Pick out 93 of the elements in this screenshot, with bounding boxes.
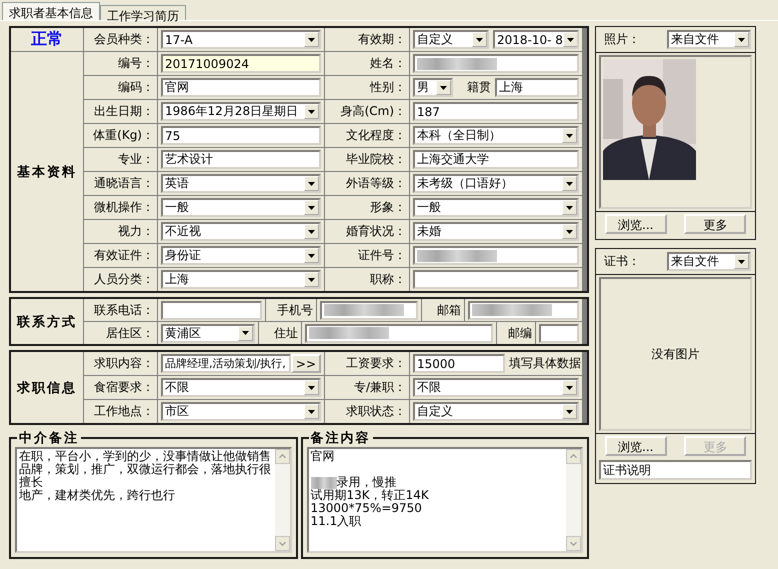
- field-label: 联系电话：: [94, 302, 154, 318]
- dropdown[interactable]: 不近视: [161, 222, 321, 241]
- status-text: 正常: [31, 29, 63, 50]
- field-label: 通晓语言：: [94, 175, 154, 192]
- dropdown[interactable]: 2018-10- 8: [493, 30, 579, 49]
- field-label: 照片：: [604, 31, 640, 48]
- field-label: 编码：: [118, 79, 154, 96]
- field-label: 食宿要求：: [94, 379, 154, 396]
- field-label: 籍贯: [467, 79, 491, 96]
- notes-field[interactable]: 在职，平台小，学到的少，没事情做让他做销售 品牌，策划，推广，双微运行都会，落地执行很 擅长 地产，建材类优先，跨行也行: [15, 447, 292, 553]
- field-label: 姓名：: [370, 55, 406, 72]
- tab[interactable]: 工作学习简历: [100, 5, 186, 20]
- field-label: 有效期：: [358, 31, 406, 48]
- text-field[interactable]: 15000: [413, 354, 505, 373]
- text-field[interactable]: 上海: [495, 78, 579, 97]
- note-line: 地产，建材类优先，跨行也行: [19, 489, 175, 502]
- panel-title: 备注内容: [309, 430, 372, 447]
- note-line: 在职，平台小，学到的少，没事情做让他做销售: [19, 450, 271, 463]
- empty-image-text: 没有图片: [652, 346, 700, 362]
- field-label: 编号：: [118, 55, 154, 72]
- hint-text: 填写具体数据: [509, 355, 581, 372]
- panel-button[interactable]: 更多: [684, 214, 746, 234]
- notes-field[interactable]: 官网 录用，慢推 试用期13K，转正14K 13000*75%=9750 11.1入职: [306, 447, 583, 553]
- field-label: 居住区：: [106, 324, 154, 342]
- note-line: 擅长: [19, 476, 43, 489]
- field-label: 住址: [274, 324, 298, 342]
- note-line: 13000*75%=9750: [310, 502, 422, 515]
- text-field[interactable]: 官网: [161, 78, 321, 97]
- text-field[interactable]: 艺术设计: [161, 150, 321, 169]
- field-label: 出生日期：: [94, 103, 154, 120]
- more-button[interactable]: >>: [290, 354, 321, 373]
- field-label: 体重(Kg)：: [93, 127, 154, 144]
- note-line: 品牌，策划，推广，双微运行都会，落地执行很: [19, 463, 271, 476]
- field-label: 职称：: [370, 271, 406, 288]
- note-line: 录用，慢推: [336, 476, 396, 489]
- field-label: 文化程度：: [346, 127, 406, 144]
- dropdown[interactable]: 自定义: [413, 30, 489, 49]
- dropdown[interactable]: 不限: [161, 378, 321, 397]
- field-label: 工资要求：: [346, 355, 406, 372]
- text-field[interactable]: 证书说明: [599, 460, 752, 480]
- dropdown[interactable]: 不限: [413, 378, 579, 397]
- dropdown[interactable]: 一般: [161, 198, 321, 217]
- note-line: 试用期13K，转正14K: [310, 489, 429, 502]
- section-title: 基本资料: [17, 164, 77, 180]
- note-line: 官网: [310, 450, 334, 463]
- field-label: 手机号: [277, 302, 313, 318]
- text-field[interactable]: 20171009024: [161, 54, 321, 73]
- dropdown[interactable]: 本科（全日制）: [413, 126, 579, 145]
- note-line: 11.1入职: [310, 515, 362, 528]
- field-label: 身高(Cm)：: [340, 103, 406, 120]
- field-label: 求职内容：: [94, 355, 154, 372]
- section-title: 求职信息: [17, 380, 77, 396]
- text-field[interactable]: 上海交通大学: [413, 150, 579, 169]
- field-label: 专/兼职：: [354, 379, 406, 396]
- dropdown[interactable]: 未考级（口语好）: [413, 174, 579, 193]
- dropdown[interactable]: 来自文件: [667, 252, 751, 271]
- dropdown[interactable]: 一般: [413, 198, 579, 217]
- dropdown[interactable]: 未婚: [413, 222, 579, 241]
- field-label: 会员种类：: [94, 31, 154, 48]
- dropdown[interactable]: 市区: [161, 402, 321, 421]
- dropdown[interactable]: 上海: [161, 270, 321, 289]
- field-label: 有效证件：: [94, 247, 154, 264]
- panel-button[interactable]: 浏览...: [604, 214, 667, 234]
- dropdown[interactable]: 17-A: [161, 30, 321, 49]
- text-field[interactable]: 75: [161, 126, 321, 145]
- field-label: 视力：: [118, 223, 154, 240]
- field-label: 邮箱: [437, 302, 461, 318]
- field-label: 形象：: [370, 199, 406, 216]
- dropdown[interactable]: 黄浦区: [161, 324, 255, 342]
- field-label: 工作地点：: [94, 403, 154, 420]
- field-label: 毕业院校：: [346, 151, 406, 168]
- dropdown[interactable]: 男: [413, 78, 453, 97]
- dropdown[interactable]: 自定义: [413, 402, 579, 421]
- panel-button[interactable]: 浏览...: [604, 436, 667, 456]
- field-label: 证件号：: [358, 247, 406, 264]
- dropdown[interactable]: 1986年12月28日星期日: [161, 102, 321, 121]
- section-title: 联系方式: [17, 314, 77, 330]
- dropdown[interactable]: 英语: [161, 174, 321, 193]
- field-label: 人员分类：: [94, 271, 154, 288]
- field-label: 性别：: [370, 79, 406, 96]
- dropdown[interactable]: 来自文件: [667, 30, 751, 49]
- field-label: 证书：: [604, 253, 640, 270]
- text-field[interactable]: 187: [413, 102, 579, 121]
- field-label: 微机操作：: [94, 199, 154, 216]
- dropdown[interactable]: 身份证: [161, 246, 321, 265]
- field-label: 邮编: [508, 324, 532, 342]
- tab[interactable]: 求职者基本信息: [2, 2, 100, 20]
- field-label: 婚育状况：: [346, 223, 406, 240]
- panel-title: 中介备注: [18, 430, 80, 447]
- field-label: 外语等级：: [346, 175, 406, 192]
- field-label: 专业：: [118, 151, 154, 168]
- field-label: 求职状态：: [346, 403, 406, 420]
- text-field[interactable]: 品牌经理,活动策划/执行,: [161, 354, 291, 373]
